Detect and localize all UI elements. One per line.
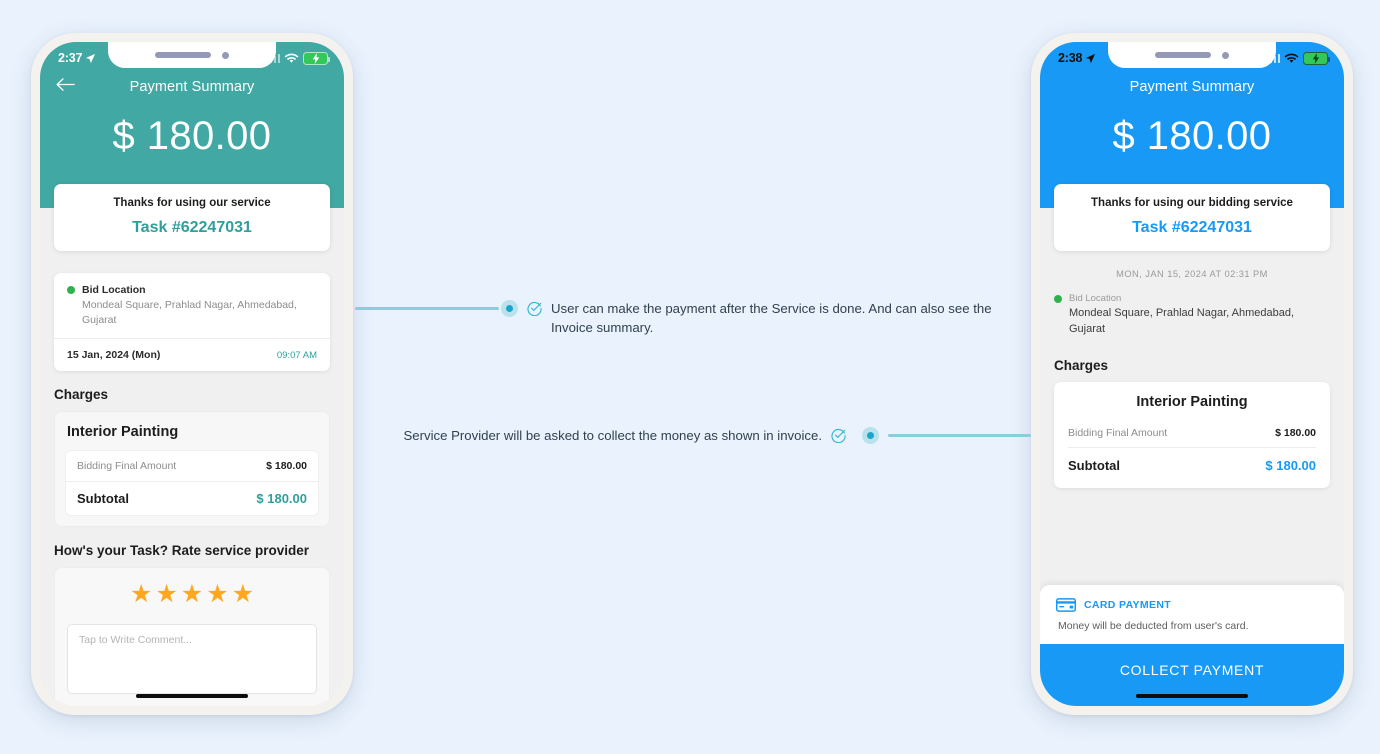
speaker-grille-icon	[1155, 52, 1211, 58]
comment-input[interactable]: Tap to Write Comment...	[67, 624, 317, 695]
callout-text: User can make the payment after the Serv…	[551, 301, 992, 335]
bid-time: 09:07 AM	[276, 349, 317, 361]
amount-display: $ 180.00	[1112, 114, 1272, 158]
phone-screen-right: 2:38 Payment Summary $ 180.00 Thanks for…	[1040, 42, 1344, 706]
callout-text: Service Provider will be asked to collec…	[403, 428, 822, 443]
phone-mockup-right: 2:38 Payment Summary $ 180.00 Thanks for…	[1031, 33, 1353, 715]
task-id[interactable]: Task #62247031	[1064, 219, 1320, 237]
charge-value: $ 180.00	[266, 460, 307, 473]
subtotal-label: Subtotal	[1068, 457, 1120, 473]
charges-card: Interior Painting Bidding Final Amount $…	[54, 411, 330, 528]
star-icon[interactable]: ★	[206, 582, 228, 607]
battery-charging-icon	[303, 51, 330, 65]
bid-location-card: Bid Location Mondeal Square, Prahlad Nag…	[54, 273, 330, 372]
bid-location-address: Mondeal Square, Prahlad Nagar, Ahmedabad…	[82, 299, 297, 327]
front-camera-icon	[1222, 51, 1229, 59]
phone-screen-left: 2:37 Payment Summary $ 180.00 Thanks for…	[40, 42, 344, 706]
subtotal-value: $ 180.00	[256, 491, 307, 507]
charge-value: $ 180.00	[1275, 426, 1316, 439]
star-icon[interactable]: ★	[181, 582, 203, 607]
thanks-card: Thanks for using our bidding service Tas…	[1054, 184, 1330, 251]
phone-mockup-left: 2:37 Payment Summary $ 180.00 Thanks for…	[31, 33, 353, 715]
bid-date: 15 Jan, 2024 (Mon)	[67, 349, 161, 362]
location-arrow-icon	[1086, 53, 1096, 63]
front-camera-icon	[222, 51, 229, 59]
subtotal-value: $ 180.00	[1265, 457, 1316, 473]
page-title: Payment Summary	[1129, 79, 1255, 95]
battery-charging-icon	[1303, 51, 1330, 65]
payment-method-card: CARD PAYMENT Money will be deducted from…	[1040, 585, 1344, 644]
app-header-left: 2:37 Payment Summary $ 180.00	[40, 42, 344, 184]
service-name: Interior Painting	[1136, 393, 1248, 410]
wifi-icon	[1284, 53, 1299, 63]
callout-2: Service Provider will be asked to collec…	[376, 427, 846, 446]
app-header-right: 2:38 Payment Summary $ 180.00	[1040, 42, 1344, 184]
callout-1: User can make the payment after the Serv…	[527, 300, 1007, 337]
location-arrow-icon	[86, 53, 96, 63]
charge-label: Bidding Final Amount	[1068, 426, 1168, 439]
check-circle-icon	[527, 302, 542, 316]
location-dot-icon	[1054, 294, 1062, 303]
charges-card: Interior Painting Bidding Final Amount $…	[1054, 381, 1330, 488]
subtotal-row: Subtotal $ 180.00	[66, 481, 318, 515]
callout-dot-1	[501, 300, 518, 317]
payment-footer: CARD PAYMENT Money will be deducted from…	[1040, 585, 1344, 706]
status-bar-left-group: 2:37	[58, 51, 96, 65]
location-dot-icon	[67, 286, 75, 294]
charge-row: Bidding Final Amount $ 180.00	[1068, 422, 1316, 447]
credit-card-icon	[1056, 598, 1076, 612]
notch	[108, 42, 276, 68]
charges-section-title: Charges	[1054, 357, 1109, 373]
thanks-message: Thanks for using our bidding service	[1091, 197, 1293, 209]
payment-note: Money will be deducted from user's card.	[1058, 620, 1249, 632]
service-name: Interior Painting	[67, 424, 179, 441]
task-id[interactable]: Task #62247031	[64, 219, 320, 237]
home-indicator	[1136, 693, 1248, 698]
charges-section-title: Charges	[54, 387, 109, 403]
star-icon[interactable]: ★	[232, 582, 254, 607]
transaction-timestamp: MON, JAN 15, 2024 AT 02:31 PM	[1116, 269, 1268, 279]
content-area-right: MON, JAN 15, 2024 AT 02:31 PM Bid Locati…	[1040, 251, 1344, 488]
payment-method-label: CARD PAYMENT	[1084, 599, 1172, 611]
bid-location-address: Mondeal Square, Prahlad Nagar, Ahmedabad…	[1069, 307, 1295, 335]
star-icon[interactable]: ★	[155, 582, 177, 607]
callout-connector-line-1	[355, 307, 499, 310]
star-icon[interactable]: ★	[130, 582, 152, 607]
home-indicator	[136, 693, 248, 698]
wifi-icon	[284, 53, 299, 63]
thanks-card: Thanks for using our service Task #62247…	[54, 184, 330, 251]
page-title: Payment Summary	[129, 79, 255, 95]
status-time: 2:38	[1058, 51, 1083, 65]
check-circle-icon	[831, 429, 846, 443]
bid-location-block: Bid Location Mondeal Square, Prahlad Nag…	[1054, 293, 1330, 342]
bid-location-label: Bid Location	[1069, 293, 1122, 304]
amount-display: $ 180.00	[112, 114, 272, 158]
status-time: 2:37	[58, 51, 83, 65]
subtotal-row: Subtotal $ 180.00	[1068, 446, 1316, 477]
rating-prompt: How's your Task? Rate service provider	[54, 543, 310, 559]
charge-row: Bidding Final Amount $ 180.00	[66, 451, 318, 481]
speaker-grille-icon	[155, 52, 211, 58]
subtotal-label: Subtotal	[77, 491, 129, 507]
rating-card: ★ ★ ★ ★ ★ Tap to Write Comment...	[54, 567, 330, 706]
charge-label: Bidding Final Amount	[77, 460, 177, 473]
content-area-left: Bid Location Mondeal Square, Prahlad Nag…	[40, 251, 344, 706]
thanks-message: Thanks for using our service	[113, 197, 271, 209]
callout-connector-line-2	[888, 434, 1031, 437]
status-bar-left-group: 2:38	[1058, 51, 1096, 65]
bid-location-label: Bid Location	[82, 284, 146, 296]
notch	[1108, 42, 1276, 68]
callout-dot-2	[862, 427, 879, 444]
star-rating[interactable]: ★ ★ ★ ★ ★	[67, 582, 317, 607]
back-arrow-icon[interactable]	[56, 78, 75, 97]
